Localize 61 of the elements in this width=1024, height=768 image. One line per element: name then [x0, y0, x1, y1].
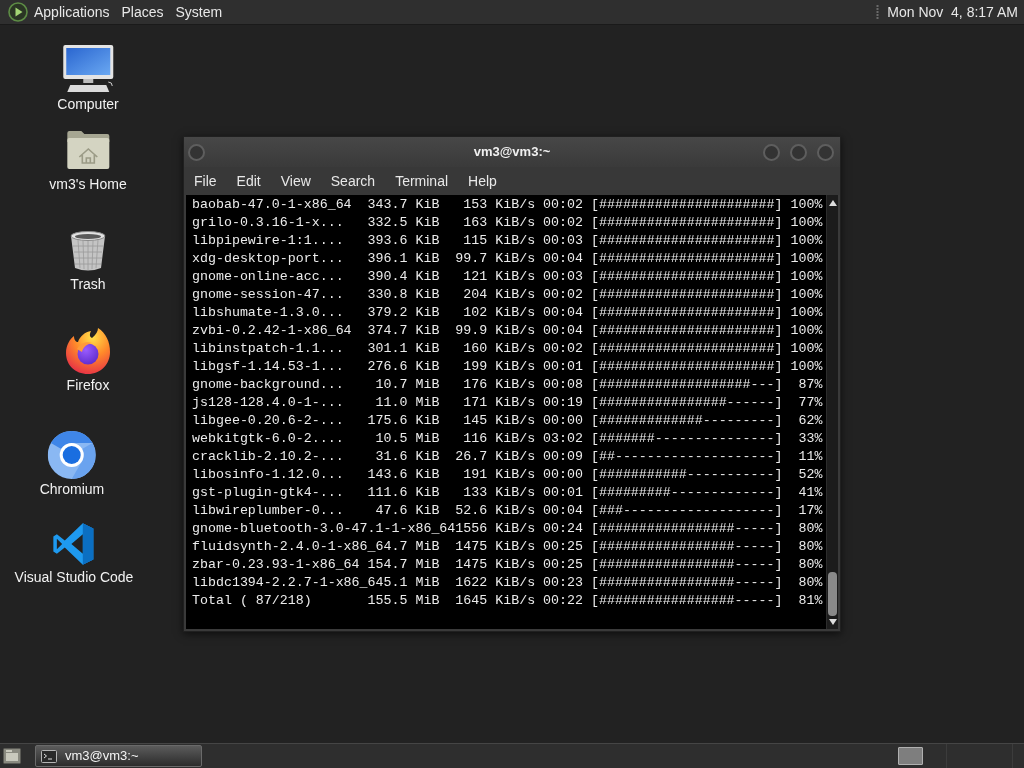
desktop-shortcut[interactable]: Firefox [65, 327, 111, 394]
scroll-down-icon[interactable] [828, 619, 837, 625]
desktop-shortcut[interactable]: Computer [57, 45, 119, 113]
panel-menu[interactable]: Applications [28, 0, 116, 24]
window-menu-button[interactable] [188, 143, 205, 161]
terminal-line: gnome-session-47... 330.8 KiB 204 KiB/s 00:02 [######################] 100% [192, 286, 824, 304]
show-desktop-button[interactable] [2, 746, 22, 766]
terminal-line: libdc1394-2.2.7-1-x86_645.1 MiB 1622 KiB/s 00:23 [#################-----] 80% [192, 574, 824, 592]
terminal-line: grilo-0.3.16-1-x... 332.5 KiB 163 KiB/s 00:02 [######################] 100% [192, 214, 824, 232]
taskbar-button[interactable]: vm3@vm3:~ [35, 745, 202, 767]
terminal-line: gnome-background... 10.7 MiB 176 KiB/s 00:08 [###################---] 87% [192, 376, 824, 394]
terminal-line: Total ( 87/218) 155.5 MiB 1645 KiB/s 00:22 [#################-----] 81% [192, 592, 824, 610]
fox-logo-icon [65, 327, 111, 375]
desktop-shortcut[interactable]: Chromium [39, 431, 105, 498]
scroll-up-icon[interactable] [828, 200, 837, 206]
terminal-line: xdg-desktop-port... 396.1 KiB 99.7 KiB/s 00:04 [######################] 100% [192, 250, 824, 268]
minimize-button[interactable] [763, 143, 780, 161]
terminal-line: libinstpatch-1.1... 301.1 KiB 160 KiB/s 00:02 [######################] 100% [192, 340, 824, 358]
terminal-line: libgsf-1.14.53-1... 276.6 KiB 199 KiB/s 00:01 [######################] 100% [192, 358, 824, 376]
menu-item[interactable]: Terminal [385, 167, 459, 195]
menu-item[interactable]: Help [458, 167, 507, 195]
maximize-button[interactable] [790, 143, 807, 161]
terminal-line: zbar-0.23.93-1-x86_64 154.7 MiB 1475 KiB/s 00:25 [#################-----] 80% [192, 556, 824, 574]
panel-menu[interactable]: System [169, 0, 229, 24]
menu-item[interactable]: Edit [226, 167, 271, 195]
terminal-line: libosinfo-1.12.0... 143.6 KiB 191 KiB/s 00:00 [###########-----------] 52% [192, 466, 824, 484]
home-folder-icon [66, 130, 110, 170]
terminal-line: libshumate-1.3.0... 379.2 KiB 102 KiB/s 00:04 [######################] 100% [192, 304, 824, 322]
menu-item[interactable]: File [184, 167, 227, 195]
window-title: vm3@vm3:~ [473, 143, 551, 162]
menu-item[interactable]: View [270, 167, 321, 195]
terminal-line: js128-128.4.0-1-... 11.0 MiB 171 KiB/s 00:19 [################------] 77% [192, 394, 824, 412]
code-logo-icon [52, 522, 96, 566]
monitor-icon [62, 45, 114, 93]
grip-icon [876, 4, 880, 20]
terminal-line: gst-plugin-gtk4-... 111.6 KiB 133 KiB/s 00:01 [#########-------------] 41% [192, 484, 824, 502]
close-button[interactable] [817, 143, 834, 161]
trash-icon [68, 230, 108, 272]
clock[interactable]: Mon Nov 4, 8:17 AM [885, 0, 1020, 24]
window-icon [3, 748, 21, 764]
terminal-line: fluidsynth-2.4.0-1-x86_64.7 MiB 1475 KiB/s 00:25 [#################-----] 80% [192, 538, 824, 556]
terminal-icon [41, 749, 57, 763]
menu-item[interactable]: Search [320, 167, 386, 195]
terminal-line: gnome-bluetooth-3.0-47.1-1-x86_641556 KiB/s 00:24 [#################-----] 80% [192, 520, 824, 538]
terminal-line: libwireplumber-0... 47.6 KiB 52.6 KiB/s 00:04 [###-------------------] 17% [192, 502, 824, 520]
circle-logo-icon [48, 431, 96, 479]
desktop-shortcut[interactable]: vm3's Home [49, 130, 127, 193]
terminal-line: webkitgtk-6.0-2.... 10.5 MiB 116 KiB/s 03:02 [#######---------------] 33% [192, 430, 824, 448]
terminal-line: baobab-47.0-1-x86_64 343.7 KiB 153 KiB/s 00:02 [######################] 100% [192, 196, 824, 214]
workspace-switcher[interactable] [898, 747, 923, 765]
scrollbar-thumb[interactable] [828, 572, 837, 616]
scrollbar[interactable] [826, 195, 838, 629]
panel-menu[interactable]: Places [115, 0, 170, 24]
terminal-line: libgee-0.20.6-2-... 175.6 KiB 145 KiB/s 00:00 [#############---------] 62% [192, 412, 824, 430]
terminal-line: libpipewire-1:1.... 393.6 KiB 115 KiB/s 00:03 [######################] 100% [192, 232, 824, 250]
desktop-shortcut[interactable]: Visual Studio Code [14, 522, 134, 586]
terminal-line: gnome-online-acc... 390.4 KiB 121 KiB/s 00:03 [######################] 100% [192, 268, 824, 286]
terminal-line: cracklib-2.10.2-... 31.6 KiB 26.7 KiB/s 00:09 [##--------------------] 11% [192, 448, 824, 466]
play-circle-icon[interactable] [8, 2, 28, 22]
desktop-shortcut[interactable]: Trash [68, 230, 108, 293]
terminal-line: zvbi-0.2.42-1-x86_64 374.7 KiB 99.9 KiB/s 00:04 [######################] 100% [192, 322, 824, 340]
